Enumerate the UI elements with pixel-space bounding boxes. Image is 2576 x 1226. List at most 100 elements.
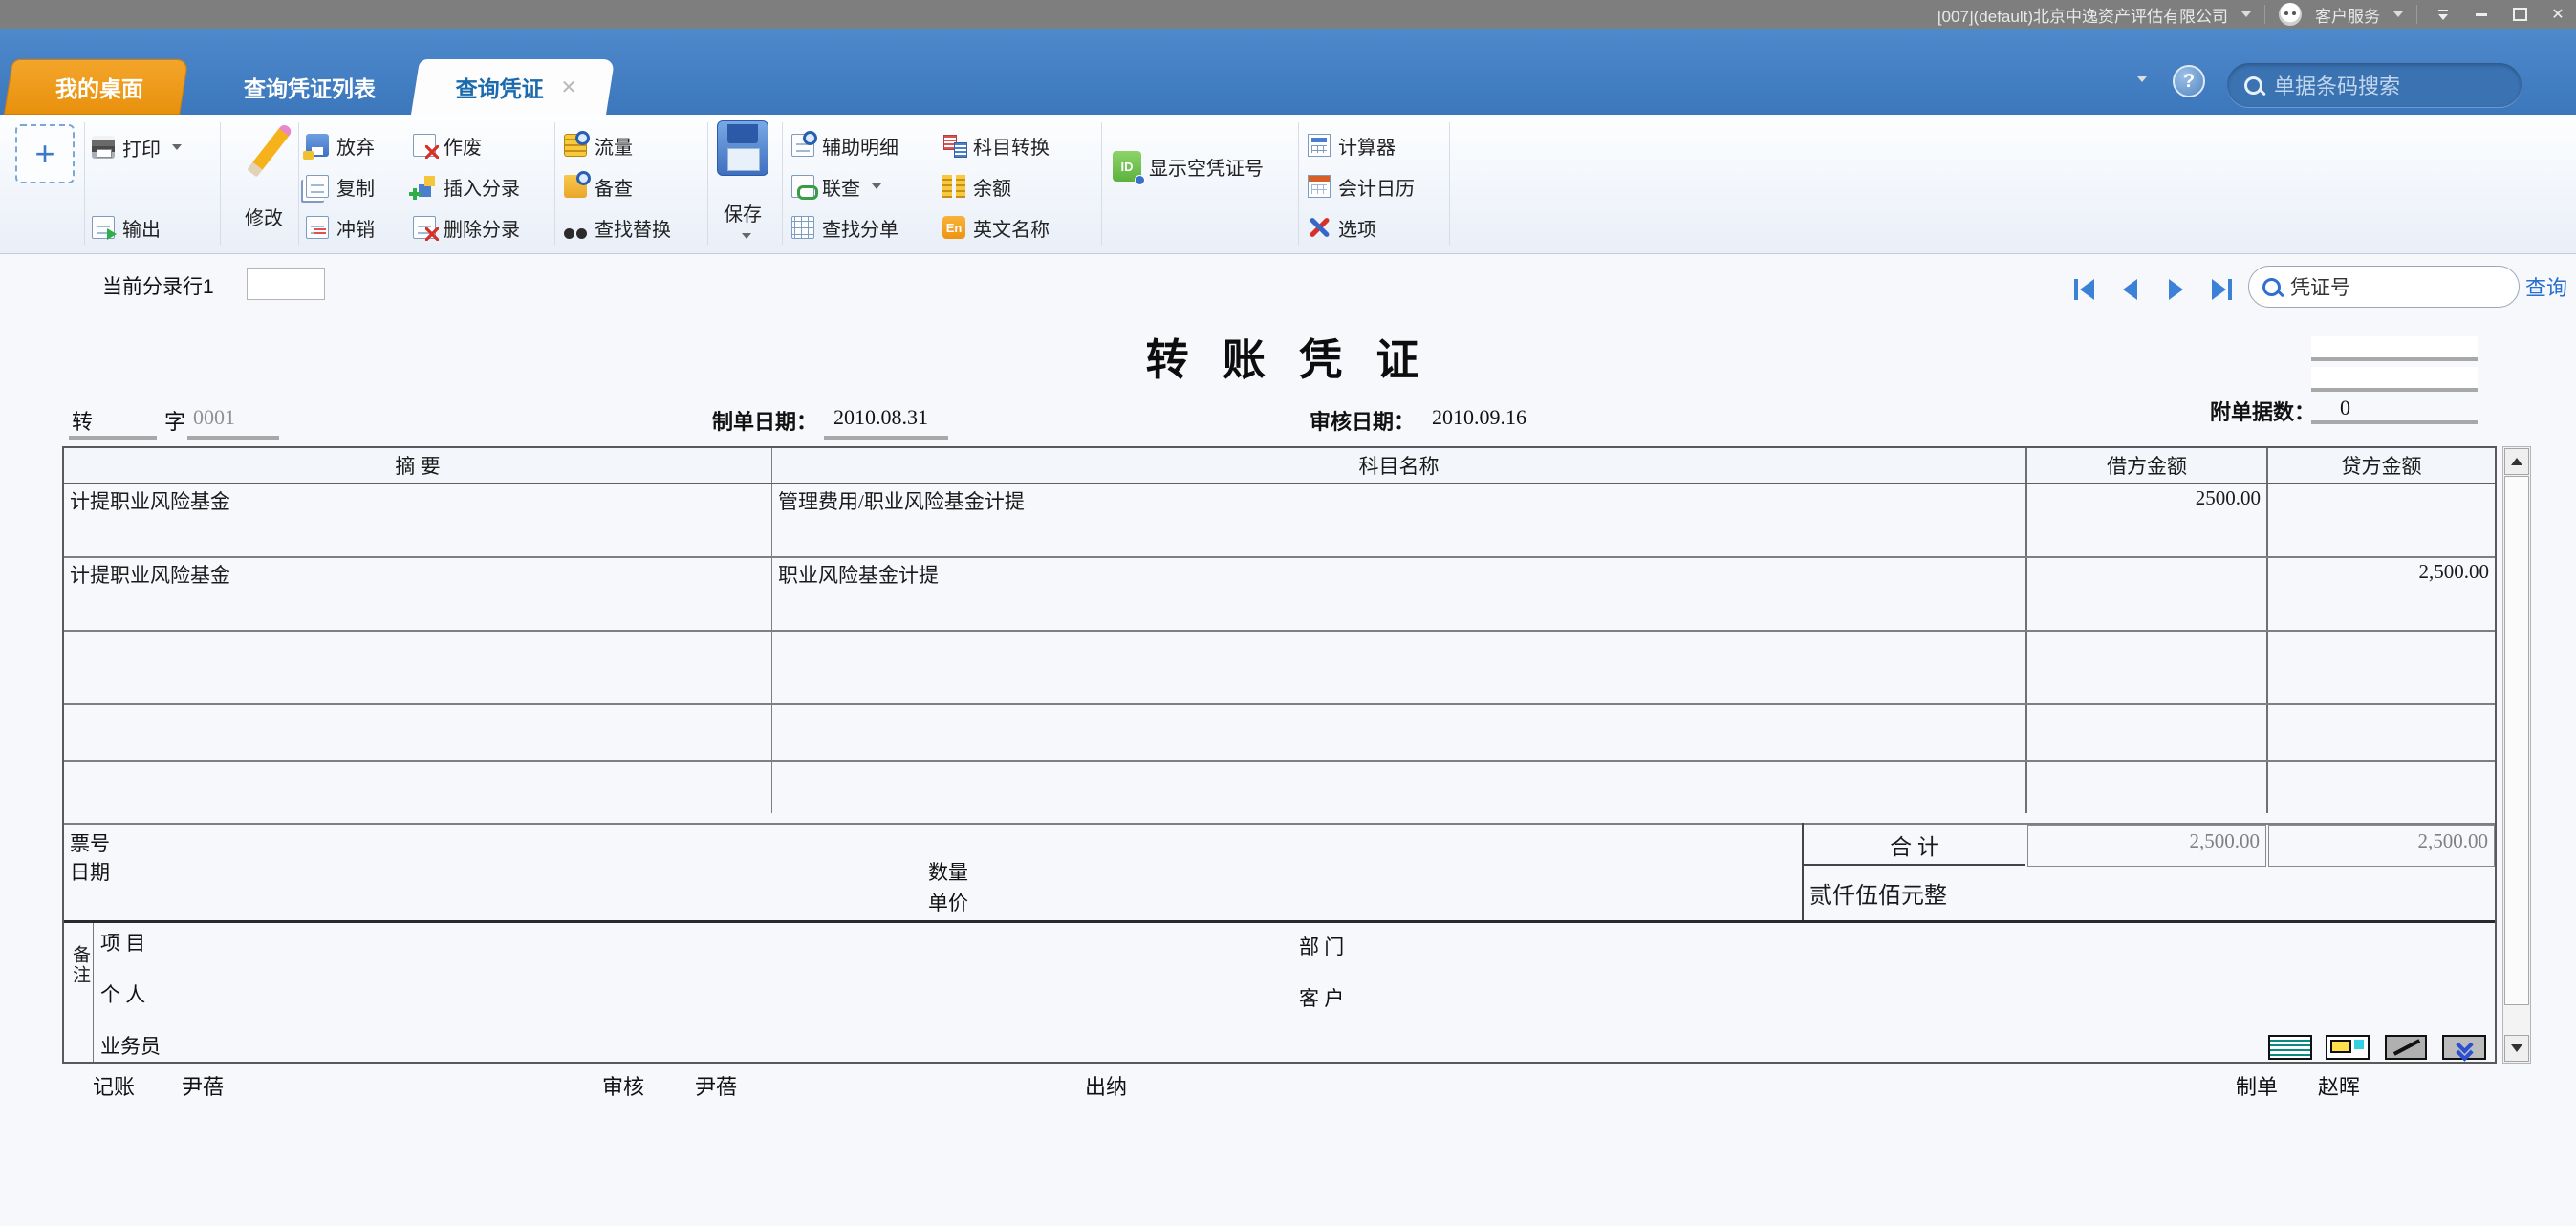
debit-cell[interactable] <box>2027 762 2268 813</box>
tab-voucher-list[interactable]: 查询凭证列表 <box>205 59 415 115</box>
divider <box>554 122 555 245</box>
find-split-button[interactable]: 查找分单 <box>791 210 898 245</box>
vertical-scrollbar[interactable] <box>2502 446 2531 1064</box>
aux-detail-button[interactable]: 辅助明细 <box>791 128 898 162</box>
english-name-button[interactable]: En 英文名称 <box>942 210 1050 245</box>
find-split-icon <box>791 216 814 239</box>
insert-entry-button[interactable]: 插入分录 <box>409 169 520 204</box>
next-record-button[interactable] <box>2156 273 2195 306</box>
debit-cell[interactable] <box>2027 705 2268 760</box>
person-label: 个 人 <box>100 983 146 1006</box>
modify-label[interactable]: 修改 <box>227 203 300 230</box>
flow-button[interactable]: 流量 <box>564 128 633 162</box>
debit-cell[interactable]: 2500.00 <box>2027 484 2268 556</box>
save-label[interactable]: 保存 <box>713 199 772 226</box>
tab-my-desktop[interactable]: 我的桌面 <box>4 59 195 115</box>
add-voucher-button[interactable]: + <box>15 124 75 183</box>
export-button[interactable]: 输出 <box>92 210 161 245</box>
offset-button[interactable]: 冲销 <box>306 210 375 245</box>
account-cell[interactable]: 管理费用/职业风险基金计提 <box>772 484 2027 556</box>
copy-button[interactable]: 复制 <box>306 169 375 204</box>
summary-cell[interactable] <box>64 762 772 813</box>
table-row[interactable] <box>64 705 2495 762</box>
print-button[interactable]: 打印 <box>92 130 182 164</box>
table-row[interactable] <box>64 632 2495 705</box>
underline <box>187 436 279 440</box>
delete-entry-button[interactable]: 删除分录 <box>413 210 520 245</box>
wand-bar <box>2392 1039 2421 1056</box>
save-button[interactable] <box>717 120 768 176</box>
table-row[interactable] <box>64 762 2495 813</box>
scroll-up-button[interactable] <box>2504 448 2529 475</box>
query-link[interactable]: 查询 <box>2525 271 2567 302</box>
previous-record-button[interactable] <box>2111 273 2149 306</box>
scrollbar-thumb[interactable] <box>2504 476 2529 1005</box>
invalidate-button[interactable]: 作废 <box>413 128 482 162</box>
abandon-button[interactable]: 放弃 <box>303 128 375 162</box>
save-dropdown-icon[interactable] <box>742 233 751 239</box>
show-empty-voucher-no-button[interactable]: ID 显示空凭证号 <box>1113 147 1264 185</box>
credit-cell[interactable] <box>2268 632 2495 703</box>
collapse-ribbon-button[interactable] <box>2431 4 2456 25</box>
chevron-down-icon[interactable] <box>872 183 881 189</box>
company-dropdown-icon[interactable] <box>2241 11 2251 17</box>
scroll-down-icon <box>2511 1044 2522 1052</box>
modify-button[interactable] <box>245 117 302 183</box>
reference-button[interactable]: 备查 <box>564 169 633 204</box>
tab-close-icon[interactable]: ✕ <box>561 75 577 99</box>
currency-display-icon[interactable] <box>2326 1035 2370 1060</box>
table-row[interactable]: 计提职业风险基金 职业风险基金计提 2,500.00 <box>64 558 2495 632</box>
project-label: 项 目 <box>100 932 146 955</box>
voucher-table: 摘 要 科目名称 借方金额 贷方金额 计提职业风险基金 管理费用/职业风险基金计… <box>62 446 2497 1064</box>
customer-service-icon <box>2279 3 2302 26</box>
balance-button[interactable]: 余额 <box>942 169 1011 204</box>
credit-cell[interactable]: 2,500.00 <box>2268 558 2495 630</box>
window-titlebar: [007](default)北京中逸资产评估有限公司 客户服务 ✕ <box>0 0 2576 29</box>
print-icon <box>92 136 115 159</box>
credit-cell[interactable] <box>2268 705 2495 760</box>
summary-cell[interactable] <box>64 705 772 760</box>
calculator-button[interactable]: 计算器 <box>1308 128 1396 162</box>
magic-wand-icon[interactable] <box>2385 1035 2427 1060</box>
abandon-icon <box>303 134 329 160</box>
tab-voucher-query[interactable]: 查询凭证 ✕ <box>411 59 621 115</box>
account-cell[interactable] <box>772 632 2027 703</box>
tab-overflow-icon[interactable] <box>2137 76 2147 82</box>
account-cell[interactable] <box>772 705 2027 760</box>
collapse-panel-icon[interactable] <box>2442 1035 2486 1060</box>
debit-cell[interactable] <box>2027 558 2268 630</box>
voucher-no-search-input[interactable]: 凭证号 <box>2248 266 2520 308</box>
chevron-down-icon[interactable] <box>172 144 182 150</box>
first-record-button[interactable] <box>2065 273 2103 306</box>
customer-service-button[interactable]: 客户服务 <box>2315 3 2380 27</box>
minimize-button[interactable] <box>2469 4 2494 25</box>
maximize-button[interactable] <box>2507 4 2532 25</box>
linked-query-button[interactable]: 联查 <box>791 169 881 204</box>
help-button[interactable]: ? <box>2173 65 2205 97</box>
bookkeeper-label: 记账 <box>93 1075 136 1099</box>
blank-field <box>2311 367 2478 388</box>
account-cell[interactable]: 职业风险基金计提 <box>772 558 2027 630</box>
account-cell[interactable] <box>772 762 2027 813</box>
barcode-search-input[interactable]: 单据条码搜索 <box>2227 63 2522 107</box>
entry-row-input[interactable] <box>247 268 325 300</box>
options-button[interactable]: 选项 <box>1308 210 1376 245</box>
debit-cell[interactable] <box>2027 632 2268 703</box>
summary-notes-icon[interactable] <box>2268 1035 2312 1060</box>
credit-cell[interactable] <box>2268 484 2495 556</box>
summary-cell[interactable] <box>64 632 772 703</box>
customer-service-dropdown-icon[interactable] <box>2393 11 2403 17</box>
voucher-word-suffix: 字 <box>164 410 186 434</box>
accounting-calendar-button[interactable]: 会计日历 <box>1308 169 1415 204</box>
scroll-down-button[interactable] <box>2504 1035 2529 1062</box>
last-record-button[interactable] <box>2202 273 2240 306</box>
account-convert-button[interactable]: 科目转换 <box>942 128 1050 162</box>
summary-cell[interactable]: 计提职业风险基金 <box>64 558 772 630</box>
calendar-icon <box>1308 175 1331 198</box>
table-row[interactable]: 计提职业风险基金 管理费用/职业风险基金计提 2500.00 <box>64 484 2495 558</box>
close-window-button[interactable]: ✕ <box>2545 4 2570 25</box>
thick-divider <box>64 920 2495 923</box>
summary-cell[interactable]: 计提职业风险基金 <box>64 484 772 556</box>
find-replace-button[interactable]: 查找替换 <box>564 210 671 245</box>
credit-cell[interactable] <box>2268 762 2495 813</box>
